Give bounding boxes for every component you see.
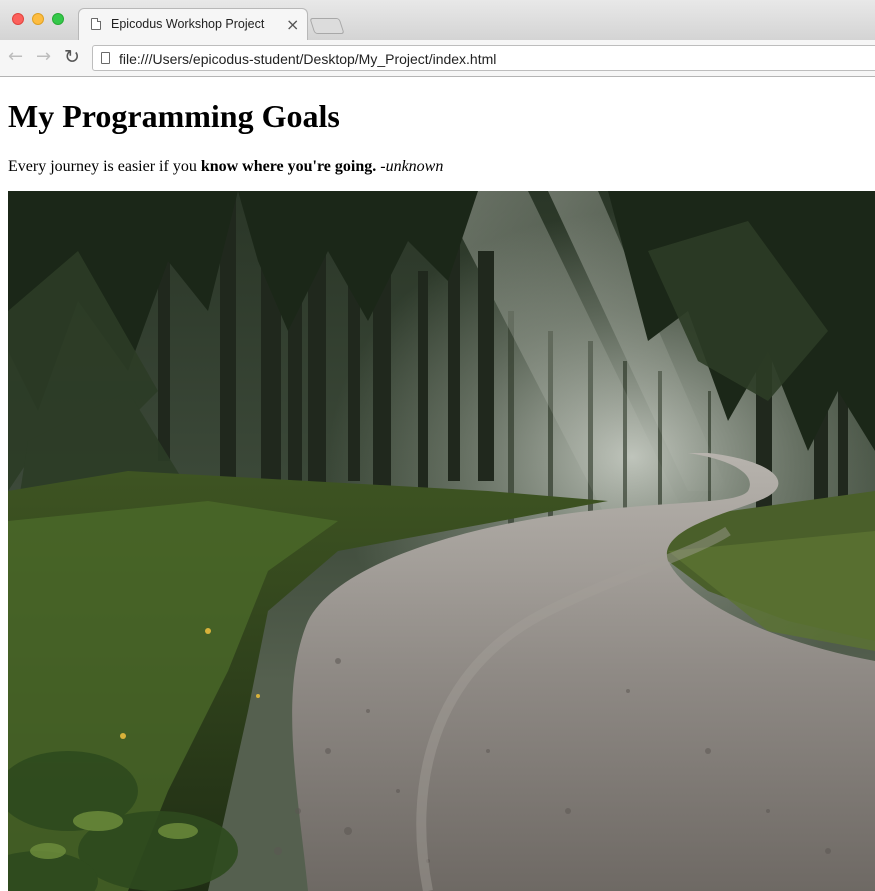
browser-tab[interactable]: Epicodus Workshop Project × [78,8,308,40]
page-title: My Programming Goals [8,98,340,134]
quote-emphasis: know where you're going. [200,158,377,175]
tab-title: Epicodus Workshop Project [111,17,265,31]
quote-attribution: -unknown [380,158,444,175]
browser-chrome: Epicodus Workshop Project × ← → ↻ file:/… [0,0,875,78]
window-minimize-button[interactable] [32,13,44,25]
browser-toolbar: ← → ↻ file:///Users/epicodus-student/Des… [0,40,875,77]
quote: Every journey is easier if you know wher… [8,158,443,176]
back-arrow-icon[interactable]: ← [8,48,23,66]
window-close-button[interactable] [12,13,24,25]
url-text[interactable]: file:///Users/epicodus-student/Desktop/M… [119,51,496,67]
address-bar[interactable]: file:///Users/epicodus-student/Desktop/M… [92,45,875,71]
document-icon [91,18,101,30]
tab-close-icon[interactable]: × [286,15,299,34]
page-icon [101,52,110,64]
forward-arrow-icon[interactable]: → [36,48,51,66]
title-bar: Epicodus Workshop Project × [0,0,875,40]
quote-lead: Every journey is easier if you [8,158,201,175]
reload-icon[interactable]: ↻ [64,48,80,67]
forest-road-image [8,191,875,891]
window-maximize-button[interactable] [52,13,64,25]
new-tab-button[interactable] [309,18,345,34]
